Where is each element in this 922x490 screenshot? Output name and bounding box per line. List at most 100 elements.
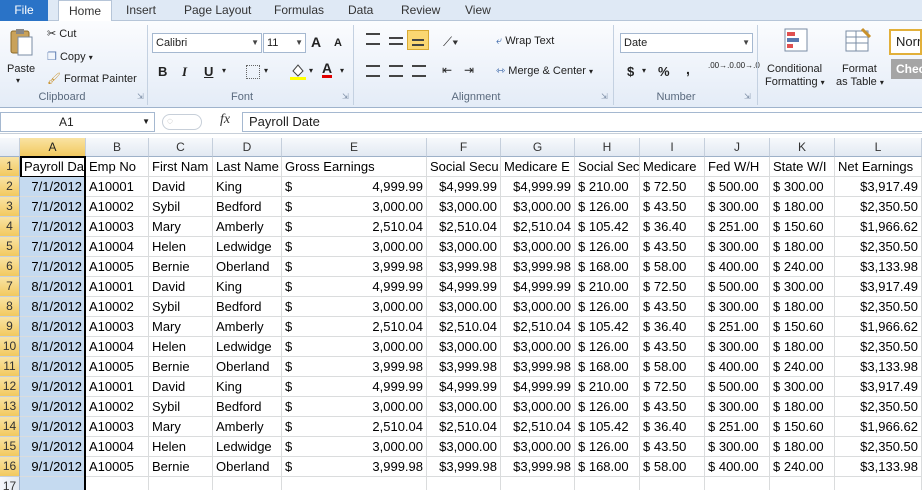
data-cell[interactable]: $ 126.00 (575, 237, 640, 257)
header-cell[interactable]: Medicare E (501, 157, 575, 177)
data-cell[interactable]: A10002 (86, 397, 149, 417)
data-cell[interactable]: $ 300.00 (705, 437, 770, 457)
clipboard-launcher-icon[interactable]: ⇲ (137, 92, 144, 101)
data-cell[interactable]: $ 126.00 (575, 437, 640, 457)
header-cell[interactable]: Social Secu (427, 157, 501, 177)
data-cell[interactable]: $3,000.00 (282, 437, 427, 457)
tab-review[interactable]: Review (401, 0, 440, 21)
data-cell[interactable]: $ 240.00 (770, 457, 835, 477)
row-header-9[interactable]: 9 (0, 317, 20, 337)
data-cell[interactable]: $ 240.00 (770, 357, 835, 377)
data-cell[interactable]: $ 251.00 (705, 217, 770, 237)
data-cell[interactable]: Ledwidge (213, 237, 282, 257)
data-cell[interactable]: $3,999.98 (501, 357, 575, 377)
data-cell[interactable]: $3,000.00 (501, 437, 575, 457)
data-cell[interactable]: Oberland (213, 257, 282, 277)
data-cell[interactable] (149, 477, 213, 490)
orientation-icon[interactable]: ⟋▾ (443, 34, 458, 50)
header-cell[interactable]: Last Name (213, 157, 282, 177)
conditional-formatting-button[interactable]: Conditional (767, 63, 822, 75)
data-cell[interactable]: Mary (149, 317, 213, 337)
data-cell[interactable] (20, 477, 86, 490)
data-cell[interactable]: $4,999.99 (282, 177, 427, 197)
data-cell[interactable]: A10001 (86, 277, 149, 297)
data-cell[interactable]: $ 168.00 (575, 357, 640, 377)
align-left-icon[interactable] (366, 65, 380, 77)
conditional-formatting-icon[interactable] (783, 27, 811, 55)
italic-button[interactable]: I (182, 64, 187, 80)
data-cell[interactable] (575, 477, 640, 490)
data-cell[interactable]: $ 300.00 (770, 177, 835, 197)
data-cell[interactable]: $ 168.00 (575, 257, 640, 277)
data-cell[interactable]: $ 180.00 (770, 237, 835, 257)
data-cell[interactable]: Mary (149, 217, 213, 237)
data-cell[interactable]: Bedford (213, 397, 282, 417)
row-header-15[interactable]: 15 (0, 437, 20, 457)
data-cell[interactable]: Mary (149, 417, 213, 437)
paste-dropdown-icon[interactable]: ▾ (16, 76, 20, 85)
data-cell[interactable]: 7/1/2012 (20, 257, 86, 277)
data-cell[interactable]: $3,999.98 (501, 257, 575, 277)
header-cell[interactable]: First Nam (149, 157, 213, 177)
data-cell[interactable]: $ 126.00 (575, 197, 640, 217)
shrink-font-button[interactable]: A (334, 37, 342, 49)
data-cell[interactable] (427, 477, 501, 490)
wrap-text-button[interactable]: ⤶ Wrap Text (496, 35, 554, 48)
data-cell[interactable]: $3,917.49 (835, 377, 922, 397)
increase-indent-icon[interactable]: ⇥ (464, 63, 474, 77)
select-all-corner[interactable] (0, 138, 20, 157)
tab-home[interactable]: Home (58, 0, 113, 22)
data-cell[interactable]: $3,917.49 (835, 277, 922, 297)
increase-decimal-button[interactable]: .00→.0 (708, 61, 734, 70)
number-launcher-icon[interactable]: ⇲ (744, 92, 751, 101)
data-cell[interactable]: $4,999.99 (501, 177, 575, 197)
data-cell[interactable] (282, 477, 427, 490)
header-cell[interactable]: Medicare (640, 157, 705, 177)
style-normal-button[interactable]: Norn (889, 29, 922, 55)
data-cell[interactable]: $ 43.50 (640, 437, 705, 457)
data-cell[interactable]: A10005 (86, 257, 149, 277)
data-cell[interactable]: $2,510.04 (501, 317, 575, 337)
comma-button[interactable]: , (686, 61, 690, 77)
data-cell[interactable]: Amberly (213, 217, 282, 237)
data-cell[interactable] (705, 477, 770, 490)
data-cell[interactable]: $3,999.98 (282, 357, 427, 377)
data-cell[interactable]: $4,999.99 (427, 177, 501, 197)
data-cell[interactable]: 8/1/2012 (20, 277, 86, 297)
data-cell[interactable]: $ 43.50 (640, 197, 705, 217)
row-header-5[interactable]: 5 (0, 237, 20, 257)
data-cell[interactable]: $2,350.50 (835, 397, 922, 417)
data-cell[interactable]: $ 300.00 (770, 277, 835, 297)
row-header-3[interactable]: 3 (0, 197, 20, 217)
data-cell[interactable]: Helen (149, 237, 213, 257)
data-cell[interactable]: $ 251.00 (705, 317, 770, 337)
column-header-d[interactable]: D (213, 138, 282, 157)
column-header-c[interactable]: C (149, 138, 213, 157)
currency-button[interactable]: $ (627, 64, 634, 79)
data-cell[interactable]: $ 500.00 (705, 277, 770, 297)
data-cell[interactable]: $ 43.50 (640, 297, 705, 317)
data-cell[interactable]: 8/1/2012 (20, 357, 86, 377)
header-cell[interactable]: State W/I (770, 157, 835, 177)
data-cell[interactable]: $ 180.00 (770, 337, 835, 357)
column-header-h[interactable]: H (575, 138, 640, 157)
currency-dropdown-icon[interactable]: ▾ (642, 66, 646, 75)
data-cell[interactable]: $ 36.40 (640, 317, 705, 337)
header-cell[interactable]: Gross Earnings (282, 157, 427, 177)
data-cell[interactable]: $4,999.99 (427, 377, 501, 397)
data-cell[interactable]: $ 300.00 (770, 377, 835, 397)
data-cell[interactable]: $ 72.50 (640, 177, 705, 197)
data-cell[interactable]: $3,999.98 (282, 257, 427, 277)
data-cell[interactable] (501, 477, 575, 490)
row-header-10[interactable]: 10 (0, 337, 20, 357)
data-cell[interactable]: A10003 (86, 417, 149, 437)
data-cell[interactable]: $ 300.00 (705, 337, 770, 357)
data-cell[interactable]: $ 43.50 (640, 237, 705, 257)
data-cell[interactable]: $ 126.00 (575, 337, 640, 357)
data-cell[interactable]: $4,999.99 (282, 277, 427, 297)
column-header-a[interactable]: A (20, 138, 86, 157)
decrease-decimal-button[interactable]: .00→.0 (734, 61, 760, 70)
data-cell[interactable]: $3,000.00 (427, 337, 501, 357)
data-cell[interactable]: $3,000.00 (501, 237, 575, 257)
underline-button[interactable]: U (204, 64, 213, 79)
